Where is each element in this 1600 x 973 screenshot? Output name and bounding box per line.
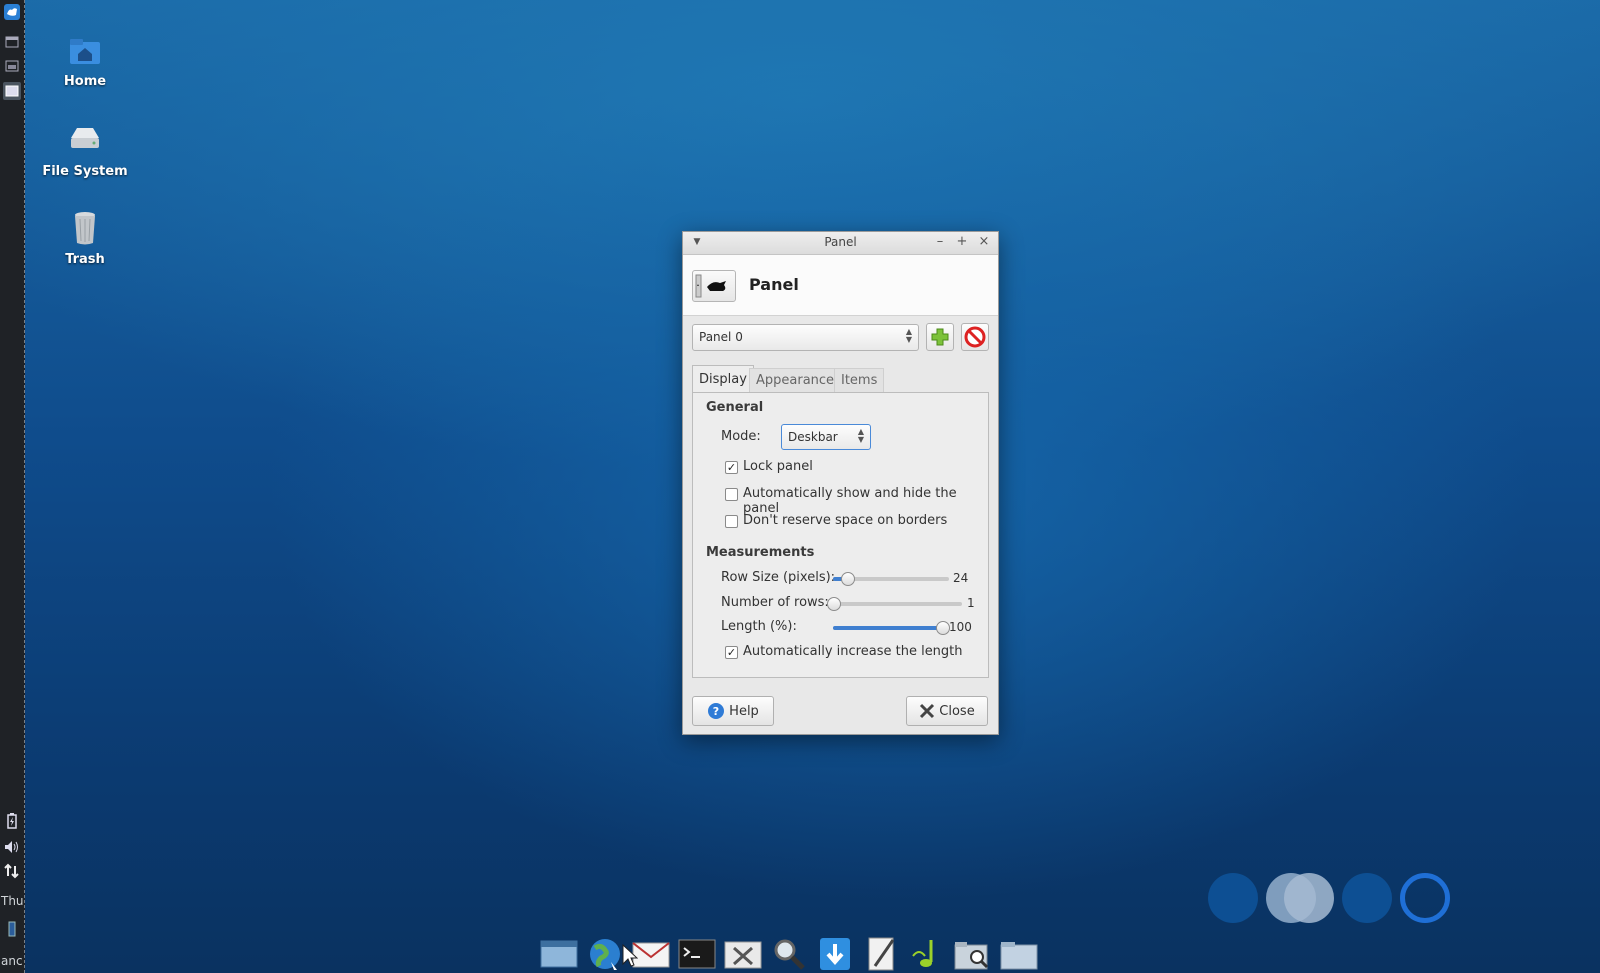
dialog-heading: Panel <box>749 275 799 294</box>
folder-icon[interactable] <box>998 935 1040 973</box>
add-panel-button[interactable] <box>926 323 954 351</box>
row-size-value: 24 <box>953 571 969 585</box>
help-icon: ? <box>708 703 725 719</box>
help-label: Help <box>729 703 759 719</box>
desktop-icon-home[interactable]: Home <box>30 30 140 89</box>
network-icon[interactable] <box>3 862 21 880</box>
lock-panel-label[interactable]: Lock panel <box>743 459 813 474</box>
trash-icon <box>65 208 105 248</box>
measurements-heading: Measurements <box>706 545 815 560</box>
tab-items[interactable]: Items <box>834 368 885 393</box>
active-window-button-icon[interactable] <box>3 82 21 100</box>
window-button-icon[interactable] <box>3 58 21 74</box>
display-tab-pane: General Mode: Deskbar ▲ ▼ ✓ Lock panel Au… <box>692 392 989 678</box>
desktop-icon-label: File System <box>42 164 128 179</box>
slider-knob[interactable] <box>840 572 855 586</box>
add-icon <box>931 328 949 346</box>
help-button[interactable]: ? Help <box>692 696 774 726</box>
search-icon[interactable] <box>768 935 810 973</box>
battery-icon[interactable] <box>3 812 21 830</box>
minimize-icon[interactable]: – <box>932 234 948 250</box>
mouse-pointer-icon <box>622 944 638 967</box>
lock-panel-checkbox[interactable]: ✓ <box>725 461 738 474</box>
panel-bottom-label: anc <box>1 954 23 968</box>
download-icon[interactable] <box>814 935 856 973</box>
tab-appearance[interactable]: Appearance <box>749 368 842 393</box>
workspace-1[interactable] <box>1208 873 1258 923</box>
slider-fill <box>833 626 942 630</box>
clock-day-label[interactable]: Thu <box>1 894 24 908</box>
spin-arrows-icon: ▲ ▼ <box>857 427 864 444</box>
no-reserve-space-checkbox[interactable] <box>725 515 738 528</box>
window-button-icon[interactable] <box>3 34 21 50</box>
window-title: Panel <box>824 235 857 249</box>
length-value: 100 <box>949 620 972 634</box>
mode-select[interactable]: Deskbar ▲ ▼ <box>781 424 871 450</box>
file-search-icon[interactable] <box>952 935 994 973</box>
volume-icon[interactable] <box>3 838 21 856</box>
music-player-icon[interactable] <box>906 935 948 973</box>
close-x-icon <box>920 703 935 719</box>
panel-preferences-icon <box>692 270 736 302</box>
length-slider[interactable] <box>833 621 950 635</box>
panel-select-value: Panel 0 <box>699 330 743 344</box>
desktop-icon-label: Home <box>63 74 107 89</box>
web-browser-icon[interactable] <box>584 935 626 973</box>
workspace-switcher-icon[interactable] <box>3 920 21 938</box>
workspace-4-active[interactable] <box>1400 873 1450 923</box>
close-icon[interactable]: × <box>976 234 992 250</box>
left-deskbar-panel: Thu anc <box>0 0 25 973</box>
mode-label: Mode: <box>721 429 761 444</box>
tab-display[interactable]: Display <box>692 365 754 394</box>
panel-select[interactable]: Panel 0 ▲ ▼ <box>692 324 919 351</box>
slider-knob[interactable] <box>936 621 950 635</box>
home-folder-icon <box>65 30 105 70</box>
svg-text:?: ? <box>713 705 719 718</box>
number-of-rows-value: 1 <box>967 596 975 610</box>
workspace-2-overlap <box>1284 873 1334 923</box>
number-of-rows-label: Number of rows: <box>721 595 829 610</box>
mode-select-value: Deskbar <box>788 430 838 444</box>
close-label: Close <box>939 703 975 719</box>
no-reserve-space-label[interactable]: Don't reserve space on borders <box>743 513 947 528</box>
workspace-3[interactable] <box>1342 873 1392 923</box>
close-button[interactable]: Close <box>906 696 988 726</box>
panel-preferences-window: ▼ Panel – + × Panel Panel 0 ▲ ▼ Display A… <box>682 231 999 735</box>
bottom-dock <box>538 935 1040 973</box>
length-label: Length (%): <box>721 619 797 634</box>
dialog-header: Panel <box>683 255 998 316</box>
auto-hide-checkbox[interactable] <box>725 488 738 501</box>
remove-panel-button[interactable] <box>961 323 989 351</box>
text-editor-icon[interactable] <box>860 935 902 973</box>
show-desktop-icon[interactable] <box>538 935 580 973</box>
row-size-label: Row Size (pixels): <box>721 570 836 585</box>
desktop-icon-label: Trash <box>65 252 105 267</box>
general-heading: General <box>706 400 764 415</box>
terminal-icon[interactable] <box>676 935 718 973</box>
window-titlebar[interactable]: ▼ Panel – + × <box>683 232 998 255</box>
desktop-icon-file-system[interactable]: File System <box>30 120 140 179</box>
row-size-slider[interactable] <box>833 572 949 586</box>
spin-arrows-icon: ▲ ▼ <box>905 327 912 344</box>
maximize-icon[interactable]: + <box>954 234 970 250</box>
auto-hide-label[interactable]: Automatically show and hide the panel <box>743 486 988 516</box>
remove-icon <box>964 326 986 348</box>
drive-icon <box>65 120 105 160</box>
xfce-menu-icon[interactable] <box>3 2 21 22</box>
slider-knob[interactable] <box>827 597 841 611</box>
auto-increase-length-label[interactable]: Automatically increase the length <box>743 644 963 659</box>
settings-icon[interactable] <box>722 935 764 973</box>
desktop-icon-trash[interactable]: Trash <box>30 208 140 267</box>
number-of-rows-slider[interactable] <box>827 597 962 611</box>
auto-increase-length-checkbox[interactable]: ✓ <box>725 646 738 659</box>
